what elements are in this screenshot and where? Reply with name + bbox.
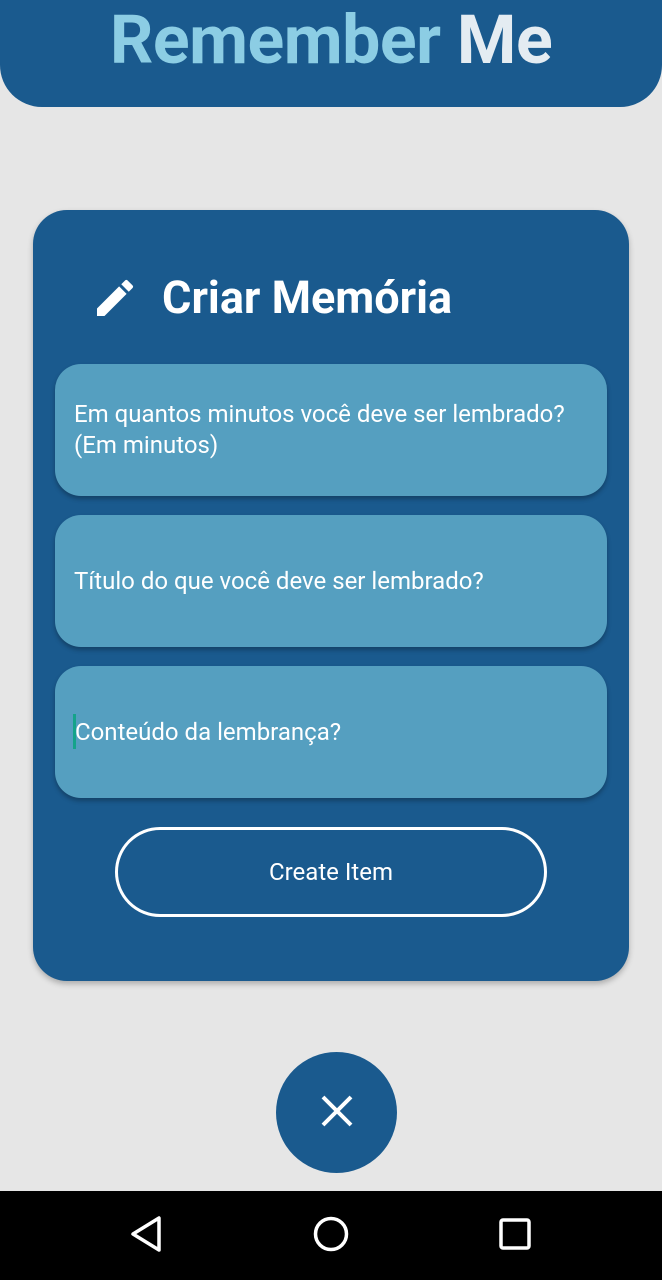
minutes-input[interactable]: Em quantos minutos você deve ser lembrad… (55, 364, 607, 496)
nav-recent-button[interactable] (470, 1191, 560, 1280)
nav-home-button[interactable] (286, 1191, 376, 1280)
text-cursor (73, 714, 76, 749)
app-title-part2: Me (456, 0, 553, 80)
android-nav-bar (0, 1191, 662, 1280)
card-header: Criar Memória (91, 268, 452, 328)
home-circle-icon (311, 1214, 351, 1258)
close-fab-button[interactable] (276, 1052, 397, 1173)
title-input-placeholder: Título do que você deve ser lembrado? (74, 566, 484, 595)
app-title-part1: Remember (109, 0, 441, 80)
content-input-placeholder: Conteúdo da lembrança? (75, 717, 342, 746)
minutes-input-placeholder: Em quantos minutos você deve ser lembrad… (74, 400, 565, 459)
create-item-button[interactable]: Create Item (115, 827, 547, 917)
card-title: Criar Memória (162, 271, 453, 324)
create-memory-card: Criar Memória Em quantos minutos você de… (33, 210, 629, 981)
back-triangle-icon (128, 1214, 168, 1258)
title-input[interactable]: Título do que você deve ser lembrado? (55, 515, 607, 647)
pencil-icon (91, 274, 139, 322)
close-icon (317, 1091, 357, 1135)
content-input[interactable]: Conteúdo da lembrança? (55, 666, 607, 798)
app-header: Remember Me (0, 0, 662, 107)
nav-back-button[interactable] (103, 1191, 193, 1280)
recent-apps-square-icon (495, 1214, 535, 1258)
screen: Remember Me Criar Memória Em quantos min… (0, 0, 662, 1280)
app-title: Remember Me (0, 0, 662, 85)
